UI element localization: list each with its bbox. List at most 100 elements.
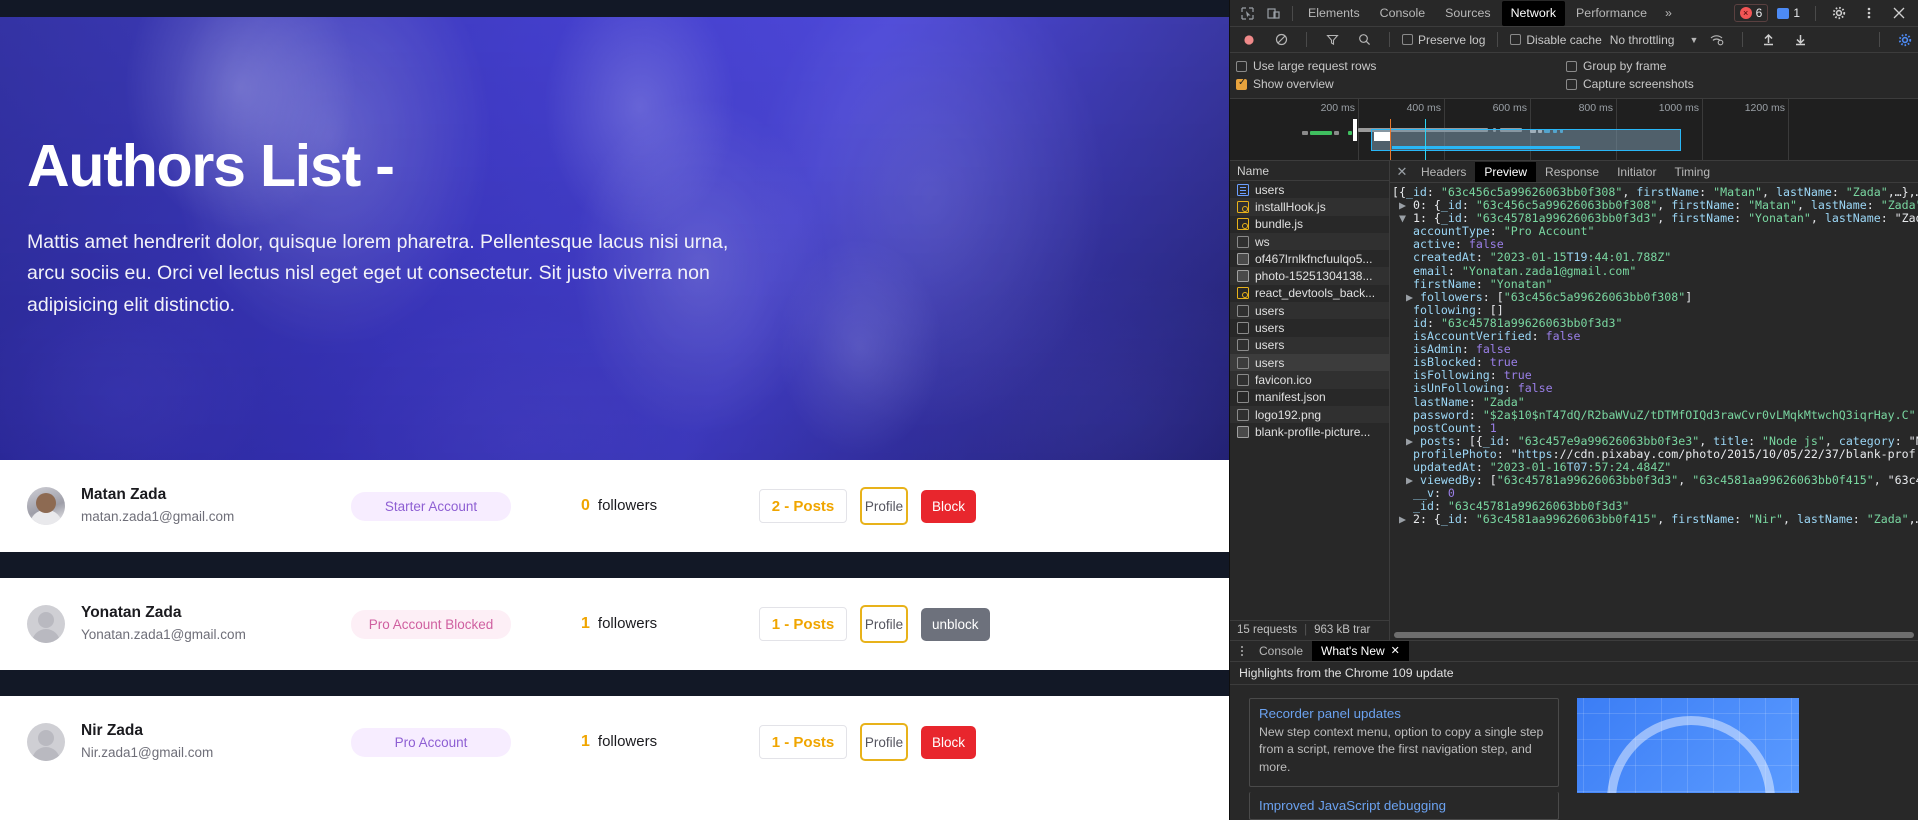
request-row[interactable]: installHook.js	[1230, 198, 1389, 216]
request-row[interactable]: blank-profile-picture...	[1230, 423, 1389, 440]
block-button[interactable]: unblock	[921, 607, 990, 641]
search-icon[interactable]	[1351, 27, 1377, 52]
overview-resize-handle[interactable]	[1353, 119, 1357, 141]
overview-selection[interactable]	[1371, 129, 1681, 151]
request-row[interactable]: favicon.ico	[1230, 371, 1389, 389]
drawer-tabbar: Console What's New ✕	[1230, 639, 1918, 662]
detail-tab-timing[interactable]: Timing	[1665, 162, 1719, 182]
preview-line[interactable]: following: []	[1392, 304, 1918, 317]
more-options-icon[interactable]	[1856, 1, 1882, 26]
preview-line[interactable]: postCount: 1	[1392, 422, 1918, 435]
clear-requests-icon[interactable]	[1268, 27, 1294, 52]
block-button[interactable]: Block	[921, 489, 977, 523]
detail-tab-preview[interactable]: Preview	[1475, 161, 1537, 182]
posts-button[interactable]: 2 - Posts	[759, 489, 847, 523]
request-row[interactable]: bundle.js	[1230, 216, 1389, 233]
posts-button[interactable]: 1 - Posts	[759, 607, 847, 641]
close-devtools-icon[interactable]	[1886, 1, 1912, 26]
preview-line[interactable]: isAccountVerified: false	[1392, 330, 1918, 343]
whats-new-card[interactable]: Recorder panel updates New step context …	[1249, 697, 1559, 787]
overview-tick: 1000 ms	[1659, 99, 1703, 161]
preview-line[interactable]: isUnFollowing: false	[1392, 382, 1918, 395]
network-conditions-icon[interactable]	[1704, 27, 1730, 52]
request-name-column-header[interactable]: Name	[1230, 161, 1389, 181]
tab-performance[interactable]: Performance	[1567, 1, 1656, 26]
preserve-log-checkbox[interactable]: Preserve log	[1402, 33, 1485, 47]
inspect-element-icon[interactable]	[1234, 1, 1260, 26]
posts-button[interactable]: 1 - Posts	[759, 725, 847, 759]
preview-line[interactable]: password: "$2a$10$nT47dQ/R2baWVuZ/tDTMfO…	[1392, 409, 1918, 422]
record-button-icon[interactable]	[1236, 27, 1262, 52]
group-by-frame-checkbox[interactable]: Group by frame	[1566, 59, 1666, 73]
preview-line[interactable]: ▶ posts: [{_id: "63c457e9a99626063bb0f3e…	[1392, 435, 1918, 448]
request-row[interactable]: users	[1230, 353, 1389, 372]
show-overview-checkbox[interactable]: Show overview	[1236, 77, 1566, 91]
preview-horizontal-scrollbar[interactable]	[1390, 629, 1918, 640]
preview-line[interactable]: firstName: "Yonatan"	[1392, 278, 1918, 291]
request-row[interactable]: manifest.json	[1230, 389, 1389, 406]
detail-tab-response[interactable]: Response	[1536, 162, 1608, 182]
preview-line[interactable]: active: false	[1392, 238, 1918, 251]
preview-line[interactable]: _id: "63c45781a99626063bb0f3d3"	[1392, 500, 1918, 513]
request-row[interactable]: logo192.png	[1230, 405, 1389, 424]
preview-json[interactable]: [{_id: "63c456c5a99626063bb0f308", first…	[1390, 183, 1918, 630]
tab-network[interactable]: Network	[1501, 0, 1566, 26]
tab-sources[interactable]: Sources	[1436, 1, 1499, 26]
export-har-icon[interactable]	[1787, 27, 1813, 52]
tab-elements[interactable]: Elements	[1299, 1, 1369, 26]
preview-line[interactable]: isFollowing: true	[1392, 369, 1918, 382]
preview-line[interactable]: updatedAt: "2023-01-16T07:57:24.484Z"	[1392, 461, 1918, 474]
request-row[interactable]: users	[1230, 302, 1389, 320]
preview-line[interactable]: __v: 0	[1392, 487, 1918, 500]
preview-line[interactable]: ▶ viewedBy: ["63c45781a99626063bb0f3d3",…	[1392, 474, 1918, 487]
drawer-more-icon[interactable]	[1234, 645, 1250, 656]
preview-line[interactable]: createdAt: "2023-01-15T19:44:01.788Z"	[1392, 251, 1918, 264]
tab-whats-new[interactable]: What's New ✕	[1312, 640, 1409, 661]
preview-line[interactable]: isAdmin: false	[1392, 343, 1918, 356]
request-row[interactable]: photo-15251304138...	[1230, 267, 1389, 285]
settings-gear-icon[interactable]	[1826, 1, 1852, 26]
preview-line[interactable]: [{_id: "63c456c5a99626063bb0f308", first…	[1392, 186, 1918, 199]
preview-line[interactable]: ▶ followers: ["63c456c5a99626063bb0f308"…	[1392, 291, 1918, 304]
disable-cache-checkbox[interactable]: Disable cache	[1510, 33, 1602, 47]
filter-icon[interactable]	[1319, 27, 1345, 52]
detail-tab-initiator[interactable]: Initiator	[1608, 162, 1665, 182]
request-row[interactable]: ws	[1230, 232, 1389, 251]
request-row[interactable]: of467lrnlkfncfuulqo5...	[1230, 250, 1389, 267]
capture-screenshots-checkbox[interactable]: Capture screenshots	[1566, 77, 1694, 91]
errors-badge[interactable]: × 6	[1733, 4, 1769, 22]
profile-button[interactable]: Profile	[860, 605, 908, 643]
card-title: Recorder panel updates	[1259, 705, 1401, 721]
network-overview-timeline[interactable]: 200 ms 400 ms 600 ms 800 ms 1000 ms 1200 ms	[1230, 99, 1918, 161]
network-settings-icon[interactable]	[1892, 27, 1918, 52]
request-row[interactable]: users	[1230, 319, 1389, 336]
preview-line[interactable]: accountType: "Pro Account"	[1392, 225, 1918, 238]
request-row[interactable]: users	[1230, 336, 1389, 354]
messages-badge[interactable]: 1	[1772, 5, 1805, 21]
throttling-value: No throttling	[1609, 32, 1675, 47]
profile-button[interactable]: Profile	[860, 723, 908, 761]
tab-console[interactable]: Console	[1371, 1, 1434, 26]
close-icon[interactable]: ✕	[1391, 641, 1400, 661]
preview-line[interactable]: id: "63c45781a99626063bb0f3d3"	[1392, 317, 1918, 330]
preview-line[interactable]: ▶ 0: {_id: "63c456c5a99626063bb0f308", f…	[1392, 199, 1918, 212]
preview-line[interactable]: email: "Yonatan.zada1@gmail.com"	[1392, 265, 1918, 278]
use-large-rows-checkbox[interactable]: Use large request rows	[1236, 59, 1566, 73]
profile-button[interactable]: Profile	[860, 487, 908, 525]
request-row[interactable]: react_devtools_back...	[1230, 285, 1389, 302]
detail-tab-headers[interactable]: Headers	[1412, 162, 1475, 182]
import-har-icon[interactable]	[1755, 27, 1781, 52]
preview-line[interactable]: isBlocked: true	[1392, 356, 1918, 369]
request-row[interactable]: users	[1230, 181, 1389, 198]
device-toolbar-icon[interactable]	[1260, 1, 1286, 26]
block-button[interactable]: Block	[921, 725, 977, 759]
whats-new-card-2[interactable]: Improved JavaScript debugging	[1249, 792, 1559, 820]
more-tabs-button[interactable]: »	[1656, 1, 1681, 26]
preview-line[interactable]: ▶ 2: {_id: "63c4581aa99626063bb0f415", f…	[1392, 513, 1918, 526]
throttling-select[interactable]: No throttling ▼	[1610, 33, 1699, 47]
tab-console[interactable]: Console	[1250, 641, 1312, 661]
preview-line[interactable]: ▼ 1: {_id: "63c45781a99626063bb0f3d3", f…	[1392, 212, 1918, 225]
close-detail-icon[interactable]: ✕	[1392, 162, 1412, 182]
preview-line[interactable]: profilePhoto: "https://cdn.pixabay.com/p…	[1392, 448, 1918, 461]
preview-line[interactable]: lastName: "Zada"	[1392, 396, 1918, 409]
